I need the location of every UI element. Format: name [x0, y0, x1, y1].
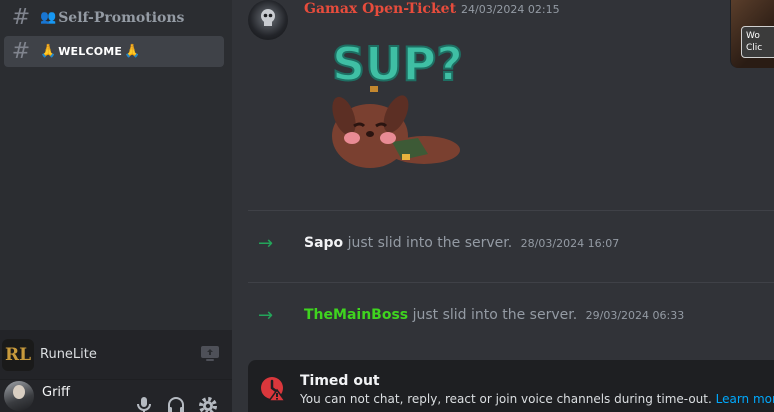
activity-app-name: RuneLite	[40, 347, 97, 362]
sticker-text: SUP?	[332, 37, 463, 91]
message-divider	[248, 210, 774, 211]
timeout-body: You can not chat, reply, react or join v…	[300, 392, 774, 406]
timeout-banner: Timed out You can not chat, reply, react…	[248, 360, 774, 412]
thumbnail-button[interactable]: Wo Clic	[741, 26, 774, 58]
join-message: → TheMainBoss just slid into the server.…	[232, 300, 774, 330]
timeout-title: Timed out	[300, 373, 380, 389]
join-timestamp: 28/03/2024 16:07	[520, 237, 620, 250]
chat-area: Gamax Open-Ticket 24/03/2024 02:15 SUP? …	[232, 0, 774, 412]
text-channel-icon: #	[11, 39, 31, 64]
author-avatar[interactable]	[248, 0, 288, 40]
user-avatar[interactable]	[4, 381, 34, 411]
text-channel-icon: #	[11, 5, 31, 30]
join-username[interactable]: TheMainBoss	[304, 307, 408, 323]
message-timestamp: 24/03/2024 02:15	[461, 3, 560, 16]
message-author[interactable]: Gamax Open-Ticket	[304, 1, 456, 17]
join-text: Sapo just slid into the server. 28/03/20…	[304, 235, 619, 251]
channel-welcome[interactable]: # 🙏 WELCOME 🙏	[4, 36, 224, 67]
join-arrow-icon: →	[258, 232, 274, 254]
timeout-clock-icon	[261, 377, 286, 402]
screen-share-icon[interactable]	[200, 345, 220, 363]
join-text: TheMainBoss just slid into the server. 2…	[304, 307, 684, 323]
sup-sticker[interactable]: SUP?	[322, 28, 472, 178]
message-divider	[248, 282, 774, 283]
join-username[interactable]: Sapo	[304, 235, 343, 251]
microphone-icon[interactable]	[134, 395, 154, 412]
channel-emoji-after: 🙏	[124, 44, 141, 59]
headphones-icon[interactable]	[166, 395, 186, 412]
user-panel[interactable]: Griff	[0, 380, 232, 412]
activity-thumbnail[interactable]: Wo Clic	[730, 0, 774, 68]
skull-logo-icon	[261, 9, 275, 26]
channel-self-promotions[interactable]: # 👥 Self-Promotions	[4, 2, 224, 33]
thumbnail-button-line2: Clic	[746, 43, 763, 53]
join-timestamp: 29/03/2024 06:33	[585, 309, 685, 322]
thumbnail-button-line1: Wo	[746, 31, 760, 41]
activity-panel[interactable]: RL RuneLite	[0, 330, 232, 380]
join-message: → Sapo just slid into the server. 28/03/…	[232, 228, 774, 258]
runelite-logo-icon: RL	[2, 338, 34, 371]
timeout-body-text: You can not chat, reply, react or join v…	[300, 392, 712, 406]
gear-icon[interactable]	[198, 395, 218, 412]
user-name: Griff	[42, 384, 70, 400]
join-message-text: just slid into the server.	[412, 307, 578, 323]
channel-label: Self-Promotions	[58, 9, 185, 26]
channel-sidebar: # 👥 Self-Promotions # 🙏 WELCOME 🙏 RL Run…	[0, 0, 232, 412]
channel-emoji: 👥	[40, 10, 57, 25]
channel-label: WELCOME	[58, 45, 123, 58]
join-arrow-icon: →	[258, 304, 274, 326]
join-message-text: just slid into the server.	[347, 235, 513, 251]
learn-more-link[interactable]: Learn more	[716, 392, 774, 406]
channel-emoji: 🙏	[40, 44, 57, 59]
